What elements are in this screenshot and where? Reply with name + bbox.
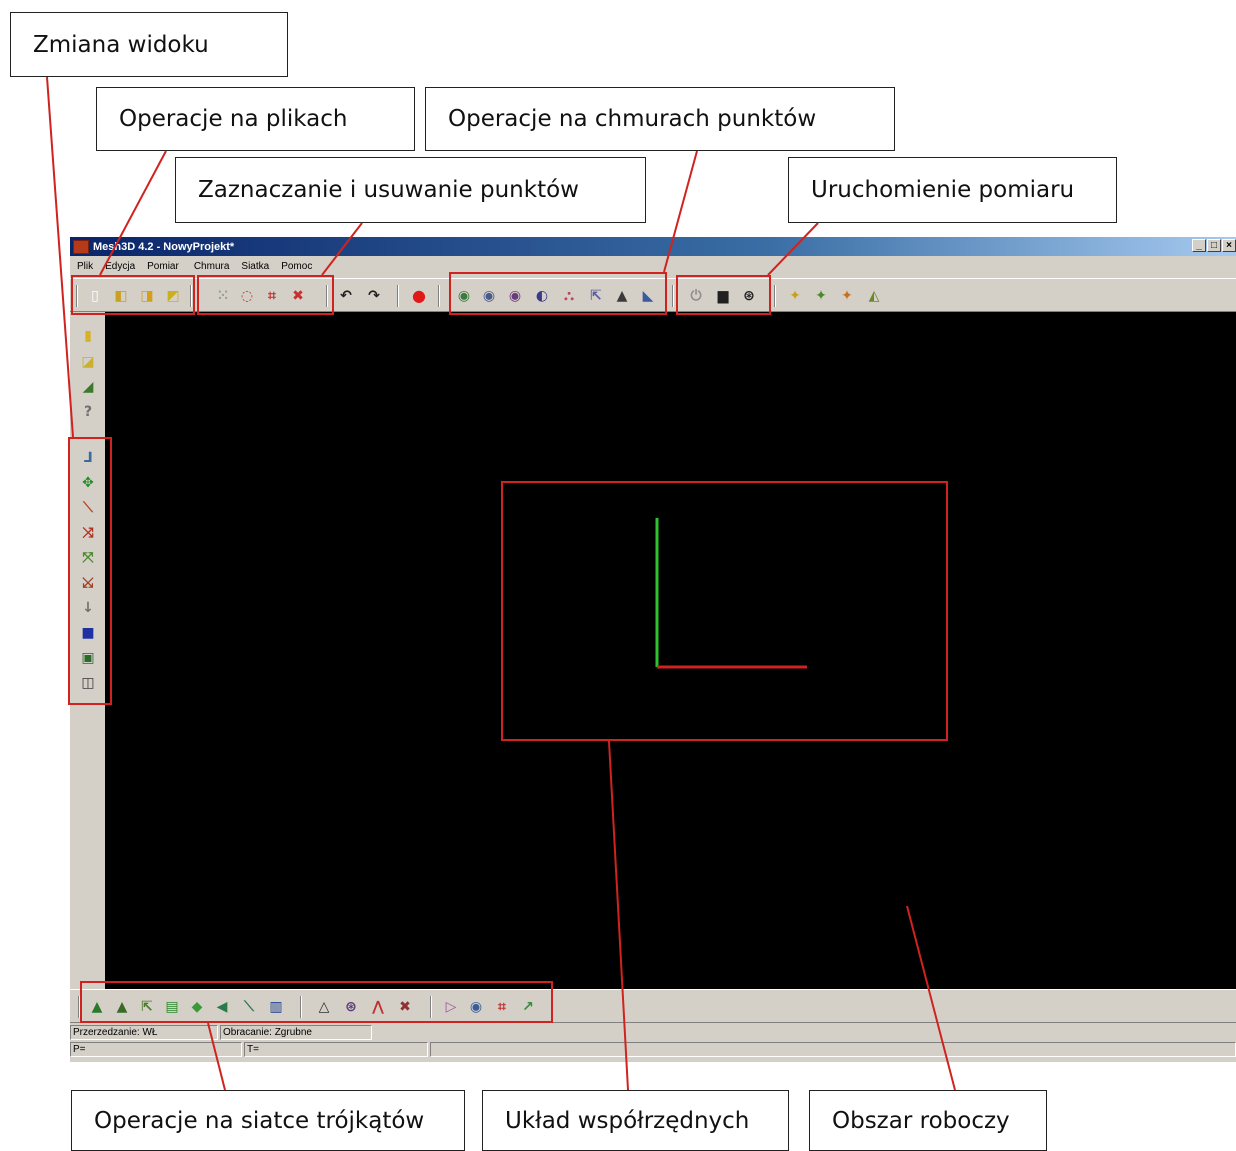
leader-coord-system [608, 740, 629, 1091]
leader-mesh-ops [207, 1022, 226, 1091]
leader-select-delete [321, 222, 363, 276]
leader-view-change [46, 76, 74, 438]
leader-file-ops [99, 150, 167, 276]
leader-point-cloud-ops [663, 150, 698, 273]
annotation-leader-lines [46, 76, 956, 1091]
leader-start-measure [767, 222, 819, 276]
leader-work-area [906, 905, 956, 1091]
